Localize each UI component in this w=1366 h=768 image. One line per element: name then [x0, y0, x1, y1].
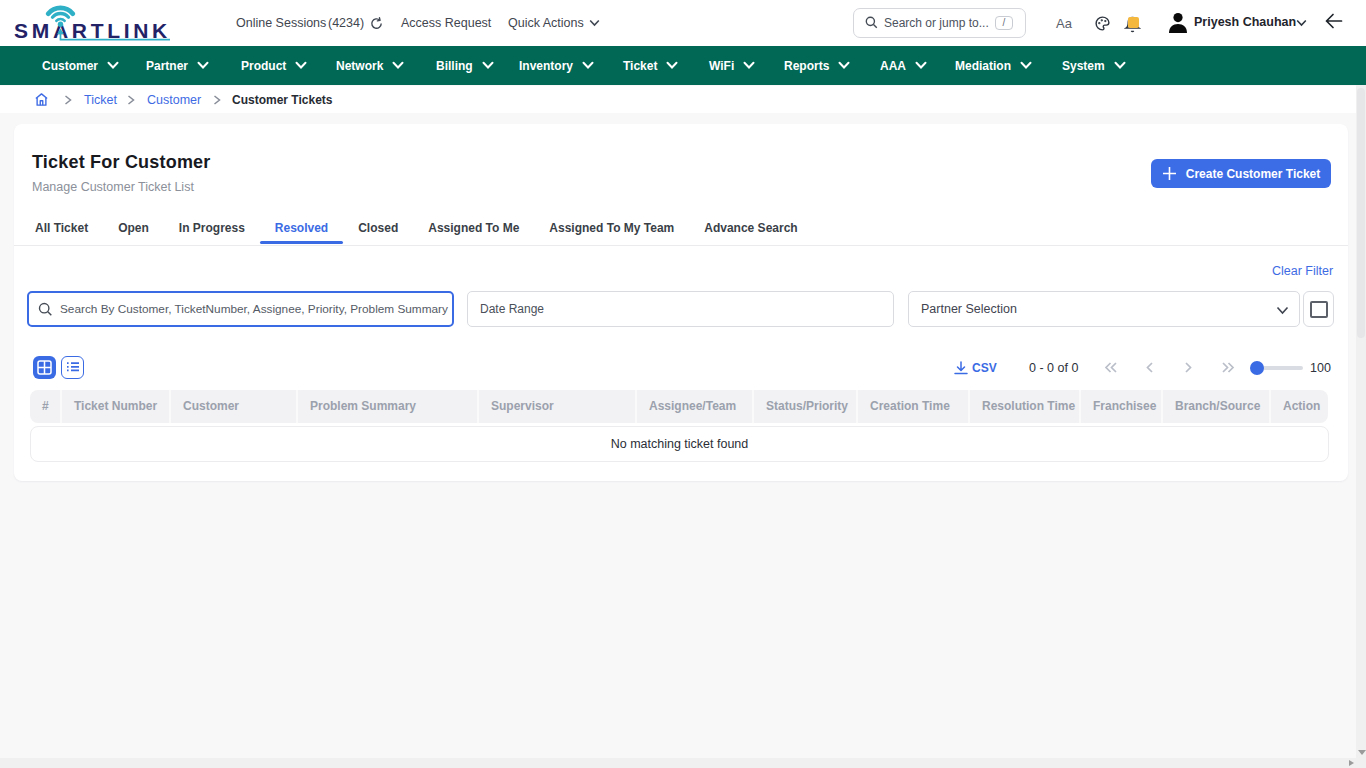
- svg-text:SMARTLINK: SMARTLINK: [14, 19, 171, 42]
